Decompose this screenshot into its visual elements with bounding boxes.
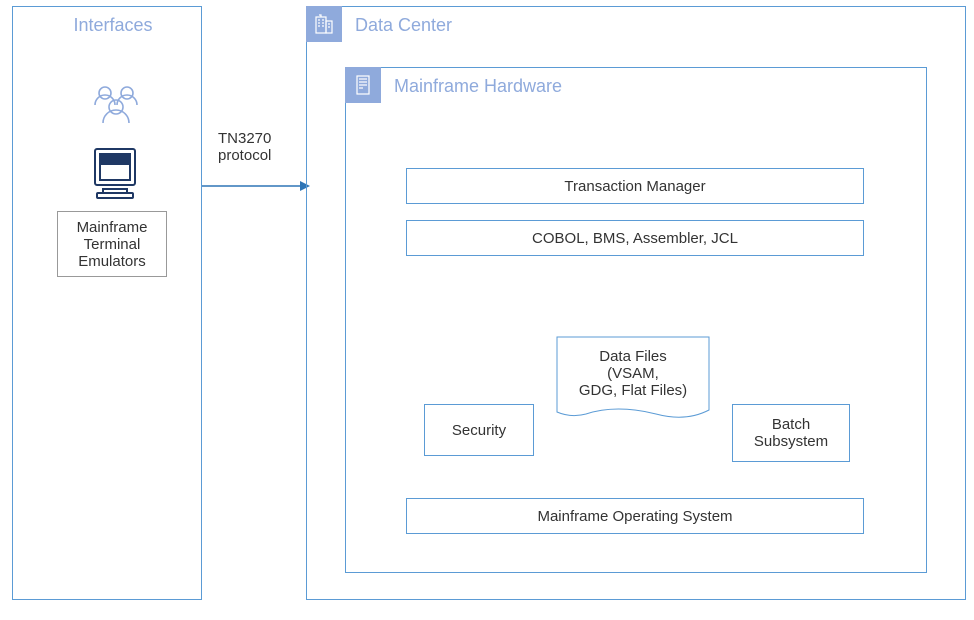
emulators-label: Mainframe Terminal Emulators [77, 219, 148, 270]
interfaces-title: Interfaces [13, 7, 201, 44]
interfaces-panel: Interfaces Mainframe Terminal Emulators [12, 6, 202, 600]
server-icon [353, 74, 373, 96]
tn3270-arrow [202, 176, 312, 196]
batch-label: Batch Subsystem [754, 416, 828, 450]
languages-box: COBOL, BMS, Assembler, JCL [406, 220, 864, 256]
hardware-icon-box [345, 67, 381, 103]
languages-label: COBOL, BMS, Assembler, JCL [532, 230, 738, 247]
datacenter-panel: Data Center Mainframe Hardware Transacti… [306, 6, 966, 600]
hardware-title: Mainframe Hardware [346, 68, 926, 105]
data-files-box: Data Files (VSAM, GDG, Flat Files) [556, 336, 710, 422]
data-files-label: Data Files (VSAM, GDG, Flat Files) [579, 348, 687, 399]
users-group-icon [87, 83, 145, 131]
batch-box: Batch Subsystem [732, 404, 850, 462]
transaction-manager-box: Transaction Manager [406, 168, 864, 204]
datacenter-icon-box [306, 6, 342, 42]
os-label: Mainframe Operating System [537, 508, 732, 525]
emulators-box: Mainframe Terminal Emulators [57, 211, 167, 277]
building-icon [313, 13, 335, 35]
os-box: Mainframe Operating System [406, 498, 864, 534]
hardware-panel: Mainframe Hardware Transaction Manager C… [345, 67, 927, 573]
diagram-canvas: Interfaces Mainframe Terminal Emulators [0, 0, 974, 620]
datacenter-title: Data Center [307, 7, 965, 44]
security-label: Security [452, 422, 506, 439]
terminal-icon [91, 145, 139, 201]
transaction-manager-label: Transaction Manager [564, 178, 705, 195]
security-box: Security [424, 404, 534, 456]
tn3270-label: TN3270 protocol [218, 130, 298, 164]
